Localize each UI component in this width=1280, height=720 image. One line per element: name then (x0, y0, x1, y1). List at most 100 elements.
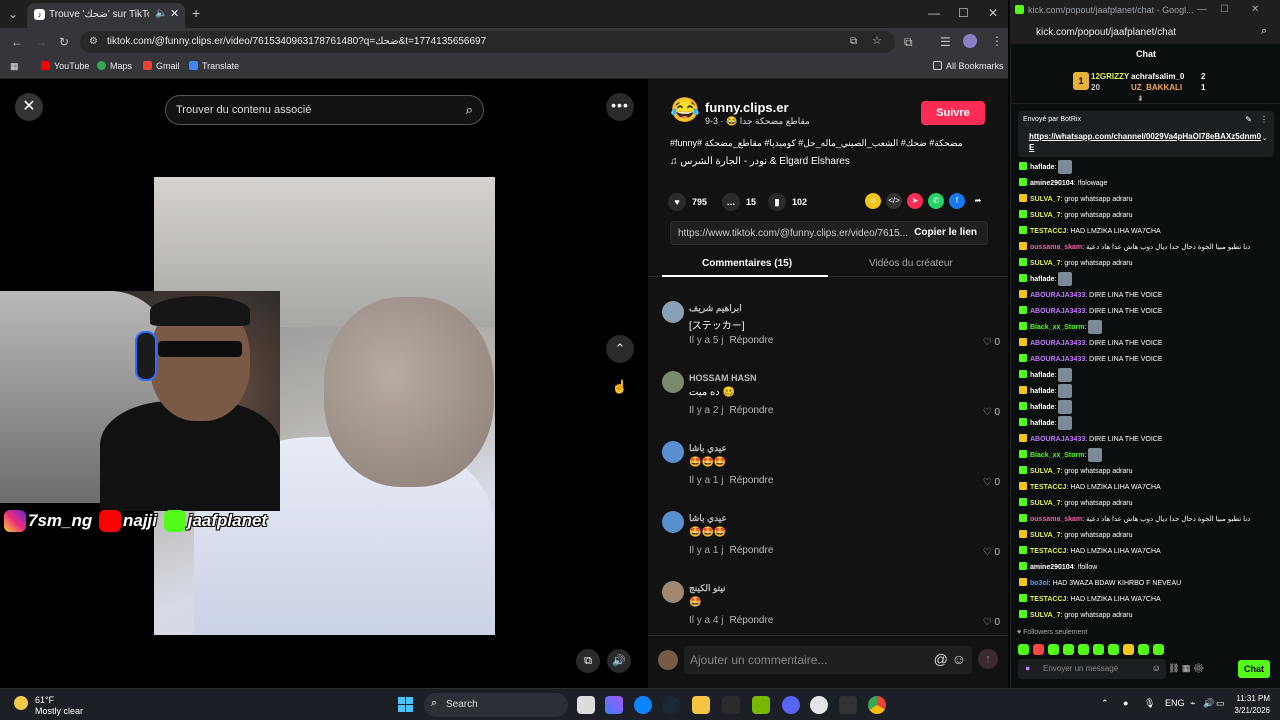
reply-button[interactable]: Répondre (729, 545, 773, 556)
commenter-avatar[interactable] (662, 441, 684, 463)
chat-username[interactable]: amine290104 (1030, 564, 1074, 571)
profile-avatar[interactable] (963, 34, 977, 48)
chat-username[interactable]: Black_xx_Storm (1030, 324, 1084, 331)
chat-username[interactable]: ABOURAJA3433 (1030, 292, 1085, 299)
bookmark-youtube[interactable]: YouTube (41, 61, 89, 71)
reply-button[interactable]: Répondre (729, 475, 773, 486)
send-chat-button[interactable]: Chat (1238, 660, 1270, 678)
chat-username[interactable]: TESTACCJ (1030, 484, 1066, 491)
save-stat[interactable]: ▮ 102 (768, 193, 807, 211)
close-window-icon[interactable]: ✕ (1251, 4, 1259, 15)
chat-username[interactable]: oussama_skam (1030, 244, 1082, 251)
bookmark-maps[interactable]: Maps (97, 61, 132, 71)
minimize-icon[interactable]: — (928, 6, 940, 20)
gifter-name[interactable]: achrafsalim_0 (1131, 72, 1184, 81)
search-icon[interactable]: ⌕ (1261, 25, 1267, 38)
comment-like[interactable]: ♡ 0 (983, 547, 1000, 558)
author-avatar[interactable]: 😂 (670, 97, 700, 125)
reply-button[interactable]: Répondre (729, 335, 773, 346)
reply-button[interactable]: Répondre (729, 615, 773, 626)
chat-username[interactable]: oussama_skam (1030, 516, 1082, 523)
chat-username[interactable]: haflade (1030, 164, 1055, 171)
commenter-name[interactable]: ابراهيم شريف (689, 303, 742, 314)
address-bar[interactable]: ⚙ tiktok.com/@funny.clips.er/video/76153… (80, 31, 895, 53)
network-icon[interactable]: ⌁ (1190, 698, 1195, 709)
emoji-icon[interactable]: ☺ (1152, 663, 1161, 673)
author-name[interactable]: funny.clips.er (705, 100, 789, 115)
more-options-button[interactable]: ••• (606, 93, 634, 121)
chat-username[interactable]: haflade (1030, 404, 1055, 411)
whatsapp-icon[interactable]: ✆ (928, 193, 944, 209)
pin-icon[interactable]: ✎ (1245, 115, 1252, 124)
comment-like[interactable]: ♡ 0 (983, 477, 1000, 488)
chat-username[interactable]: SULVA_7 (1030, 468, 1060, 475)
music-title[interactable]: ♫ نودر - الجارة الشرس & Elgard Elshares (670, 156, 850, 167)
pinned-link[interactable]: https://whatsapp.com/channel/0029Va4pHaO… (1029, 131, 1265, 153)
share-arrow-icon[interactable]: ➦ (970, 193, 986, 209)
emote-icon[interactable] (1048, 644, 1059, 655)
clock[interactable]: 11:31 PM 3/21/2026 (1228, 693, 1270, 717)
tab-search-icon[interactable]: ⌄ (8, 7, 18, 21)
comment-stat[interactable]: … 15 (722, 193, 756, 211)
emote-icon[interactable] (1063, 644, 1074, 655)
chat-tools[interactable]: ⛓ ▦ ⚙ (1168, 663, 1204, 674)
all-bookmarks[interactable]: All Bookmarks (933, 61, 1004, 71)
chat-username[interactable]: ABOURAJA3433 (1030, 340, 1085, 347)
chat-username[interactable]: haflade (1030, 420, 1055, 427)
related-search-input[interactable]: Trouver du contenu associé ⌕ (165, 95, 484, 125)
chevron-down-icon[interactable]: ⌄ (1261, 133, 1268, 142)
install-icon[interactable]: ⧉ (850, 35, 857, 49)
menu-icon[interactable]: ⋮ (991, 34, 1003, 48)
comment-like[interactable]: ♡ 0 (983, 337, 1000, 348)
mention-emoji-icons[interactable]: @ ☺ (934, 651, 966, 667)
maximize-icon[interactable]: ☐ (1220, 4, 1229, 15)
bookmark-gmail[interactable]: Gmail (143, 61, 180, 71)
discord-icon[interactable] (782, 696, 800, 714)
chat-username[interactable]: haflade (1030, 276, 1055, 283)
commenter-avatar[interactable] (662, 301, 684, 323)
expand-gifters-icon[interactable]: ⇟ (1137, 94, 1144, 103)
chat-username[interactable]: SULVA_7 (1030, 532, 1060, 539)
emote-icon[interactable] (1138, 644, 1149, 655)
tray-app-icon[interactable]: ● (1123, 698, 1128, 708)
chat-username[interactable]: TESTACCJ (1030, 228, 1066, 235)
chat-username[interactable]: SULVA_7 (1030, 212, 1060, 219)
chat-url-bar[interactable]: kick.com/popout/jaafplanet/chat ⌕ (1011, 22, 1280, 44)
back-icon[interactable]: ← (11, 35, 23, 49)
send-icon[interactable]: ➤ (907, 193, 923, 209)
like-stat[interactable]: ♥ 795 (668, 193, 707, 211)
emote-icon[interactable] (1078, 644, 1089, 655)
embed-icon[interactable]: </> (886, 193, 902, 209)
bookmark-star-icon[interactable]: ☆ (872, 34, 882, 48)
windows-start-icon[interactable] (398, 697, 414, 713)
post-comment-button[interactable]: ↑ (978, 649, 998, 669)
apps-icon[interactable]: ▦ (10, 61, 19, 72)
bookmark-translate[interactable]: Translate (189, 61, 239, 71)
task-view-icon[interactable] (577, 696, 595, 714)
chat-username[interactable]: Black_xx_Storm (1030, 452, 1084, 459)
mic-icon[interactable]: 🎙 (1144, 698, 1155, 709)
close-window-icon[interactable]: ✕ (988, 6, 998, 20)
store-icon[interactable] (722, 696, 740, 714)
chat-username[interactable]: TESTACCJ (1030, 596, 1066, 603)
chat-username[interactable]: haflade (1030, 388, 1055, 395)
reply-button[interactable]: Répondre (729, 405, 773, 416)
comment-like[interactable]: ♡ 0 (983, 617, 1000, 628)
tab-creator-videos[interactable]: Vidéos du créateur (869, 258, 953, 269)
site-info-icon[interactable]: ⚙ (89, 35, 98, 49)
facebook-icon[interactable]: f (949, 193, 965, 209)
edge-icon[interactable] (634, 696, 652, 714)
chat-username[interactable]: ABOURAJA3433 (1030, 308, 1085, 315)
commenter-name[interactable]: عيدي باشا (689, 443, 727, 454)
volume-icon[interactable]: 🔊 (1203, 698, 1214, 709)
tray-chevron-icon[interactable]: ⌃ (1101, 698, 1109, 709)
file-explorer-icon[interactable] (692, 696, 710, 714)
app-icon[interactable] (839, 696, 857, 714)
chrome-icon[interactable] (868, 696, 886, 714)
chat-input[interactable]: ● Envoyer un message ☺ (1018, 659, 1166, 679)
mic-icon[interactable]: ● (1025, 663, 1030, 673)
commenter-name[interactable]: نيتو الكينج (689, 583, 726, 594)
nvidia-icon[interactable] (752, 696, 770, 714)
chat-username[interactable]: SULVA_7 (1030, 612, 1060, 619)
emote-icon[interactable] (1153, 644, 1164, 655)
